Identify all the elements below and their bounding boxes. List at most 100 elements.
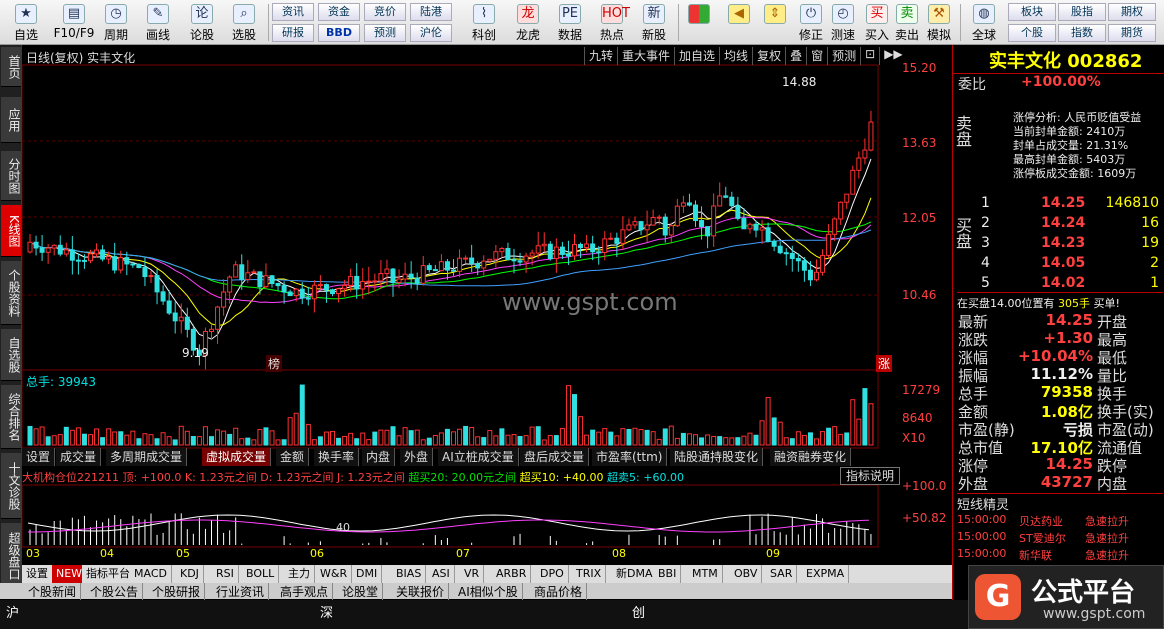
bid-row[interactable]: 1 14.25 146810: [953, 195, 1164, 215]
research-button[interactable]: 研报: [272, 24, 314, 42]
window-tab[interactable]: 窗: [806, 47, 827, 65]
simulate-button[interactable]: ⚒ 模拟: [922, 2, 956, 43]
buy-button[interactable]: 买买入: [862, 2, 892, 43]
major-event-tab[interactable]: 重大事件: [617, 47, 674, 65]
back-button[interactable]: ◀: [724, 2, 754, 43]
hot-spot-button[interactable]: HOT 热点: [592, 2, 632, 43]
nav-home[interactable]: 首页: [1, 47, 21, 87]
nav-apps[interactable]: 应用: [1, 97, 21, 143]
news-tab[interactable]: 行业资讯: [212, 583, 270, 600]
indicator-tab[interactable]: 主力: [284, 565, 315, 583]
nav-diagnosis[interactable]: 十文诊股: [1, 453, 21, 519]
bbd-button[interactable]: BBD: [318, 24, 360, 42]
adjust-tab[interactable]: 复权: [752, 47, 785, 65]
spirit-row[interactable]: 15:00:00 新华联 急速拉升: [953, 547, 1164, 564]
margin-tab[interactable]: 融资融券变化: [770, 448, 852, 466]
dragon-tiger-button[interactable]: 龙龙虎: [508, 2, 548, 43]
news-tab[interactable]: 个股新闻: [24, 583, 82, 600]
indicator-tab[interactable]: RSI: [212, 565, 239, 583]
indicator-tab[interactable]: DPO: [536, 565, 569, 583]
inner-tab[interactable]: 内盘: [362, 448, 396, 466]
period-button[interactable]: ◷ 周期: [98, 2, 134, 43]
indicator-tab[interactable]: TRIX: [572, 565, 607, 583]
news-tab[interactable]: 个股研报: [148, 583, 206, 600]
indicator-tab[interactable]: BBI: [654, 565, 682, 583]
news-tab[interactable]: 商品价格: [530, 583, 588, 600]
indicator-tab[interactable]: SAR: [766, 565, 798, 583]
nav-watchlist[interactable]: 自选股: [1, 329, 21, 381]
add-watch-tab[interactable]: 加自选: [674, 47, 719, 65]
stock-button[interactable]: 个股: [1008, 24, 1056, 42]
news-tab[interactable]: 个股公告: [86, 583, 144, 600]
indicator-tab[interactable]: DMI: [352, 565, 383, 583]
amount-tab[interactable]: 金额: [276, 448, 310, 466]
draw-line-button[interactable]: ✎ 画线: [140, 2, 176, 43]
up-down-button[interactable]: ⇕: [760, 2, 790, 43]
forecast-tab[interactable]: 预测: [827, 47, 860, 65]
indicator-help-button[interactable]: 指标说明: [840, 467, 900, 485]
indicator-tab[interactable]: ASI: [428, 565, 455, 583]
overlay-tab[interactable]: 叠: [785, 47, 806, 65]
spirit-row[interactable]: 15:00:00 ST爱迪尔 急速拉升: [953, 530, 1164, 547]
news-tab[interactable]: AI相似个股: [454, 583, 523, 600]
indicator-tab[interactable]: KDJ: [176, 565, 204, 583]
star-market-button[interactable]: ⌇ 科创: [464, 2, 504, 43]
sell-button[interactable]: 卖卖出: [892, 2, 922, 43]
data-button[interactable]: PE 数据: [550, 2, 590, 43]
ma-tab[interactable]: 均线: [719, 47, 752, 65]
ipo-button[interactable]: 新新股: [634, 2, 674, 43]
global-button[interactable]: ◍ 全球: [964, 2, 1004, 43]
speed-test-button[interactable]: ◴ 测速: [826, 2, 860, 43]
spirit-row[interactable]: 15:00:00 贝达药业 急速拉升: [953, 513, 1164, 530]
indicator-tab[interactable]: BOLL: [242, 565, 280, 583]
watchlist-button[interactable]: ★ 自选: [8, 2, 44, 43]
index-button[interactable]: 指数: [1058, 24, 1106, 42]
indicator-tab[interactable]: W&R: [316, 565, 353, 583]
bid-row[interactable]: 2 14.24 16: [953, 215, 1164, 235]
indicator-tab[interactable]: 设置: [22, 565, 53, 583]
lock-icon[interactable]: ⊡: [860, 47, 879, 65]
pe-ttm-tab[interactable]: 市盈率(ttm): [592, 448, 668, 466]
capital-button[interactable]: 资金: [318, 3, 360, 21]
f10-button[interactable]: ▤ F10/F9: [50, 2, 98, 43]
nav-super-panel[interactable]: 超级盘口: [1, 523, 21, 589]
virtual-vol-tab[interactable]: 虚拟成交量: [202, 448, 272, 466]
hk-connect-button[interactable]: 陆港: [410, 3, 452, 21]
bid-row[interactable]: 4 14.05 2: [953, 255, 1164, 275]
forum-button[interactable]: 论论股: [184, 2, 220, 43]
indicator-tab[interactable]: VR: [460, 565, 485, 583]
indicator-tab[interactable]: 新DMA: [612, 565, 658, 583]
stock-picker-button[interactable]: ⌕ 选股: [226, 2, 262, 43]
indicator-tab[interactable]: EXPMA: [802, 565, 850, 583]
stock-index-button[interactable]: 股指: [1058, 3, 1106, 21]
indicator-tab[interactable]: 指标平台: [82, 565, 135, 583]
ai-vol-tab[interactable]: AI立桩成交量: [438, 448, 519, 466]
indicator-tab[interactable]: ARBR: [492, 565, 532, 583]
sector-button[interactable]: 板块: [1008, 3, 1056, 21]
multi-vol-tab[interactable]: 多周期成交量: [106, 448, 188, 466]
after-hours-tab[interactable]: 盘后成交量: [520, 448, 590, 466]
bid-row[interactable]: 3 14.23 19: [953, 235, 1164, 255]
outer-tab[interactable]: 外盘: [400, 448, 434, 466]
auction-button[interactable]: 竞价: [364, 3, 406, 21]
news-tab[interactable]: 关联报价: [392, 583, 450, 600]
options-button[interactable]: 期权: [1108, 3, 1156, 21]
turnover-tab[interactable]: 换手率: [314, 448, 360, 466]
nav-timeshare[interactable]: 分时图: [1, 151, 21, 201]
indicator-tab[interactable]: OBV: [730, 565, 763, 583]
news-tab[interactable]: 论股堂: [338, 583, 384, 600]
shanghai-london-button[interactable]: 沪伦: [410, 24, 452, 42]
connect-holding-tab[interactable]: 陆股通持股变化: [670, 448, 764, 466]
nav-kline[interactable]: K线图: [1, 205, 21, 257]
nine-turn-tab[interactable]: 九转: [584, 47, 617, 65]
nav-ranking[interactable]: 综合排名: [1, 385, 21, 449]
futures-button[interactable]: 期货: [1108, 24, 1156, 42]
indicator-tab[interactable]: MACD: [130, 565, 172, 583]
windows-button[interactable]: [684, 2, 714, 43]
news-button[interactable]: 资讯: [272, 3, 314, 21]
news-tab[interactable]: 高手观点: [276, 583, 334, 600]
vol-settings-tab[interactable]: 设置: [22, 448, 56, 466]
nav-profile[interactable]: 个股资料: [1, 261, 21, 325]
fix-button[interactable]: ⏻ 修正: [794, 2, 828, 43]
vol-tab[interactable]: 成交量: [56, 448, 102, 466]
